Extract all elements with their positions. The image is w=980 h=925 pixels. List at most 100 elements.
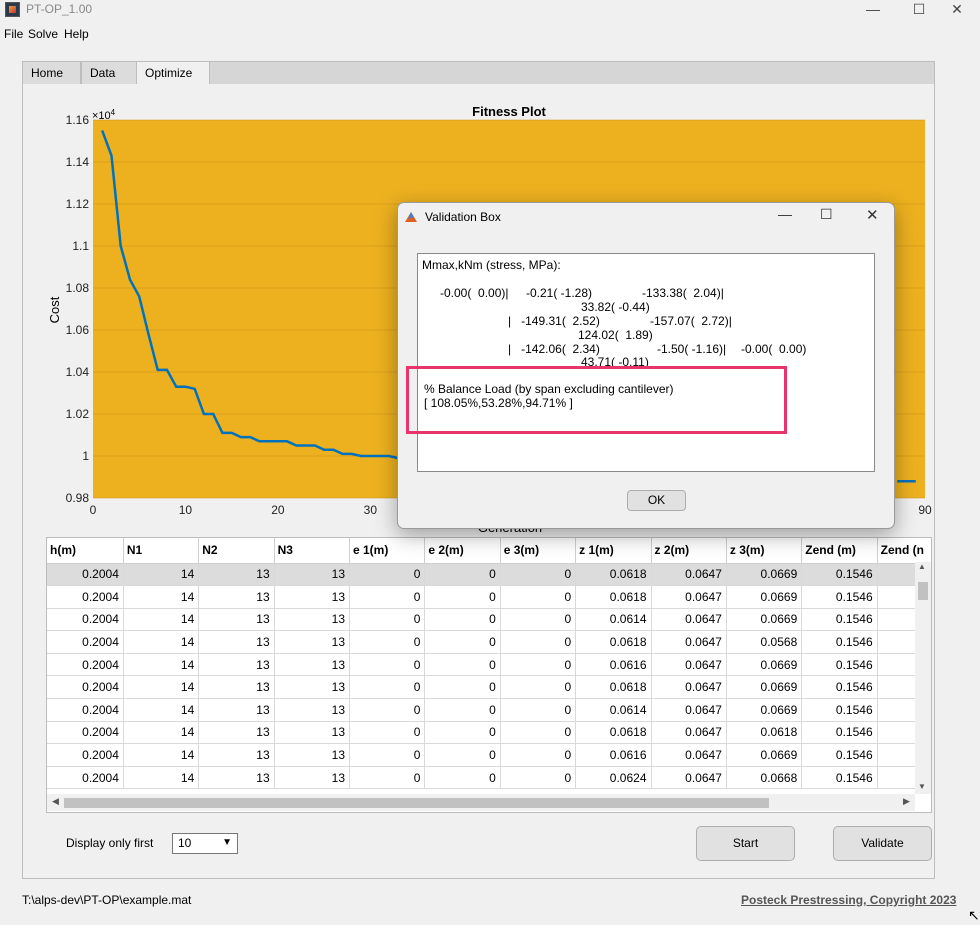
- horizontal-scrollbar[interactable]: ◀ ▶: [47, 794, 915, 811]
- table-cell[interactable]: 0.0618: [575, 630, 652, 654]
- table-row[interactable]: 0.20041413130000.06180.06470.06690.15460…: [47, 563, 931, 587]
- table-cell[interactable]: 0.0616: [575, 653, 652, 677]
- table-cell[interactable]: 0.0647: [651, 585, 727, 609]
- table-cell[interactable]: 13: [198, 563, 275, 587]
- minimize-icon[interactable]: —: [850, 0, 896, 20]
- table-cell[interactable]: 0: [500, 608, 577, 632]
- table-cell[interactable]: 0.1546: [801, 653, 878, 677]
- table-row[interactable]: 0.20041413130000.06140.06470.06690.15460…: [47, 608, 931, 632]
- table-cell[interactable]: 13: [274, 563, 351, 587]
- table-cell[interactable]: 13: [274, 630, 351, 654]
- horizontal-scroll-thumb[interactable]: [64, 798, 769, 808]
- table-cell[interactable]: 0.0669: [726, 743, 803, 767]
- table-cell[interactable]: 0: [349, 653, 426, 677]
- table-cell[interactable]: 13: [198, 675, 275, 700]
- table-cell[interactable]: 0: [349, 585, 426, 609]
- table-cell[interactable]: 0: [500, 721, 577, 745]
- table-cell[interactable]: 0.0618: [726, 721, 803, 745]
- table-cell[interactable]: 0.0647: [651, 653, 727, 677]
- table-cell[interactable]: 13: [274, 608, 351, 632]
- table-cell[interactable]: 0.0669: [726, 698, 803, 722]
- table-cell[interactable]: 13: [198, 698, 275, 722]
- table-cell[interactable]: 13: [274, 766, 351, 790]
- table-row[interactable]: 0.20041413130000.06180.06470.06690.15460…: [47, 585, 931, 609]
- table-cell[interactable]: 0.2004: [47, 675, 124, 700]
- table-cell[interactable]: 0.2004: [47, 743, 124, 767]
- scroll-up-icon[interactable]: ▲: [918, 562, 926, 571]
- column-header[interactable]: N1: [123, 538, 200, 564]
- table-cell[interactable]: 13: [198, 743, 275, 767]
- table-cell[interactable]: 0: [500, 653, 577, 677]
- column-header[interactable]: e 2(m): [424, 538, 501, 564]
- table-cell[interactable]: 0.1546: [801, 743, 878, 767]
- table-cell[interactable]: 0.0647: [651, 630, 727, 654]
- table-row[interactable]: 0.20041413130000.06140.06470.06690.15460…: [47, 698, 931, 722]
- table-cell[interactable]: 0.0668: [726, 766, 803, 790]
- table-cell[interactable]: 0.0669: [726, 653, 803, 677]
- table-cell[interactable]: 0: [500, 766, 577, 790]
- table-cell[interactable]: 0: [424, 766, 501, 790]
- table-cell[interactable]: 13: [274, 698, 351, 722]
- table-cell[interactable]: 0.0618: [575, 675, 652, 700]
- table-cell[interactable]: 0.0647: [651, 563, 727, 587]
- table-cell[interactable]: 0: [349, 743, 426, 767]
- table-cell[interactable]: 0: [349, 766, 426, 790]
- table-cell[interactable]: 0.1546: [801, 698, 878, 722]
- tab-optimize[interactable]: Optimize: [136, 61, 210, 86]
- column-header[interactable]: e 1(m): [349, 538, 426, 564]
- column-header[interactable]: Zend (n: [877, 538, 931, 564]
- table-cell[interactable]: 0.0669: [726, 675, 803, 700]
- results-table[interactable]: h(m) N1 N2 N3 e 1(m) e 2(m) e 3(m) z 1(m) z 2(m)…: [46, 537, 932, 813]
- table-cell[interactable]: 14: [123, 766, 200, 790]
- table-cell[interactable]: 0.2004: [47, 766, 124, 790]
- table-row[interactable]: 0.20041413130000.06160.06470.06690.15460…: [47, 653, 931, 677]
- table-cell[interactable]: 0: [349, 608, 426, 632]
- table-cell[interactable]: 0.0669: [726, 608, 803, 632]
- table-cell[interactable]: 13: [198, 585, 275, 609]
- table-cell[interactable]: 0.2004: [47, 608, 124, 632]
- table-cell[interactable]: 0.0669: [726, 563, 803, 587]
- table-cell[interactable]: 13: [274, 653, 351, 677]
- table-cell[interactable]: 14: [123, 743, 200, 767]
- table-cell[interactable]: 0.1546: [801, 766, 878, 790]
- table-cell[interactable]: 0.1546: [801, 675, 878, 700]
- table-cell[interactable]: 0.1546: [801, 585, 878, 609]
- table-cell[interactable]: 0: [349, 675, 426, 700]
- table-cell[interactable]: 0.0647: [651, 743, 727, 767]
- table-cell[interactable]: 0.2004: [47, 585, 124, 609]
- row-count-select[interactable]: 10 ▼: [172, 833, 238, 854]
- table-cell[interactable]: 14: [123, 585, 200, 609]
- table-cell[interactable]: 0.1546: [801, 608, 878, 632]
- table-cell[interactable]: 0.2004: [47, 698, 124, 722]
- table-cell[interactable]: 13: [274, 585, 351, 609]
- table-cell[interactable]: 13: [198, 630, 275, 654]
- table-cell[interactable]: 13: [198, 721, 275, 745]
- copyright-link[interactable]: Posteck Prestressing, Copyright 2023: [741, 893, 956, 907]
- column-header[interactable]: N3: [274, 538, 351, 564]
- table-cell[interactable]: 0: [424, 743, 501, 767]
- validate-button[interactable]: Validate: [833, 826, 932, 861]
- table-cell[interactable]: 0: [500, 630, 577, 654]
- table-cell[interactable]: 0: [349, 721, 426, 745]
- scroll-left-icon[interactable]: ◀: [52, 796, 59, 807]
- table-cell[interactable]: 0: [349, 630, 426, 654]
- table-cell[interactable]: 0: [349, 563, 426, 587]
- table-cell[interactable]: 13: [274, 675, 351, 700]
- table-cell[interactable]: 0.0618: [575, 585, 652, 609]
- table-cell[interactable]: 0: [500, 563, 577, 587]
- dialog-maximize-icon[interactable]: ☐: [820, 206, 833, 223]
- table-cell[interactable]: 0.2004: [47, 721, 124, 745]
- ok-button[interactable]: OK: [627, 490, 686, 511]
- table-row[interactable]: 0.20041413130000.06180.06470.06180.15460…: [47, 721, 931, 745]
- table-cell[interactable]: 0: [500, 698, 577, 722]
- table-cell[interactable]: 0.0647: [651, 766, 727, 790]
- tab-home[interactable]: Home: [22, 61, 81, 85]
- table-cell[interactable]: 0.0614: [575, 698, 652, 722]
- table-cell[interactable]: 14: [123, 630, 200, 654]
- table-cell[interactable]: 0.0647: [651, 675, 727, 700]
- table-cell[interactable]: 0: [500, 585, 577, 609]
- scroll-down-icon[interactable]: ▼: [918, 782, 926, 791]
- close-icon[interactable]: ✕: [934, 0, 980, 20]
- table-cell[interactable]: 14: [123, 721, 200, 745]
- table-cell[interactable]: 0.0618: [575, 721, 652, 745]
